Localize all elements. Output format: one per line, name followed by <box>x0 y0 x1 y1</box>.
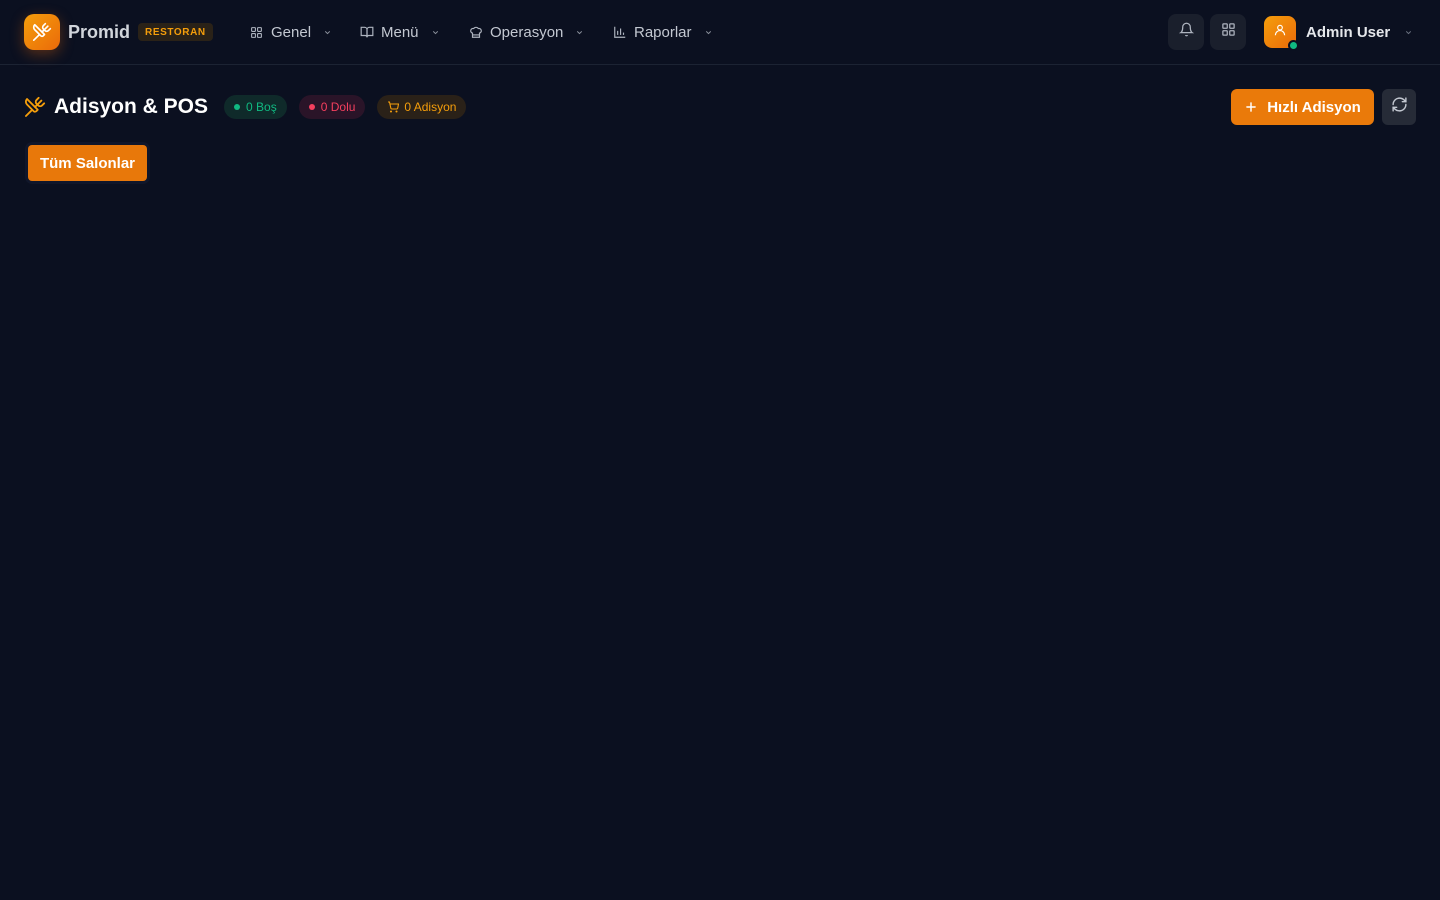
refresh-icon <box>1391 96 1408 118</box>
nav-item-menu[interactable]: Menü <box>360 20 441 44</box>
nav-label: Operasyon <box>490 23 564 41</box>
user-icon <box>1273 23 1287 42</box>
user-menu[interactable]: Admin User <box>1264 16 1414 51</box>
apps-button[interactable] <box>1210 14 1246 50</box>
brand[interactable]: Promid RESTORAN <box>24 14 213 50</box>
avatar <box>1264 16 1299 51</box>
occupied-tables-badge: 0 Dolu <box>298 95 366 119</box>
chevron-down-icon <box>323 27 333 37</box>
online-status-dot <box>1288 40 1299 51</box>
bar-chart-icon <box>613 25 627 39</box>
status-dot <box>308 104 315 110</box>
notifications-button[interactable] <box>1168 14 1204 50</box>
orders-count: 0 Adisyon <box>404 100 457 114</box>
empty-tables-count: 0 Boş <box>246 100 277 114</box>
orders-badge: 0 Adisyon <box>377 95 467 119</box>
empty-tables-badge: 0 Boş <box>224 95 287 119</box>
nav-item-operasyon[interactable]: Operasyon <box>469 20 585 44</box>
chevron-down-icon <box>431 27 441 37</box>
nav-item-raporlar[interactable]: Raporlar <box>613 20 714 44</box>
plus-icon <box>1244 100 1258 114</box>
utensils-crossed-icon <box>24 14 60 50</box>
tab-all-salons[interactable]: Tüm Salonlar <box>28 145 147 181</box>
grid-icon <box>250 25 264 39</box>
occupied-tables-count: 0 Dolu <box>320 100 356 114</box>
quick-order-button[interactable]: Hızlı Adisyon <box>1231 89 1374 125</box>
nav-item-genel[interactable]: Genel <box>250 20 333 44</box>
brand-name: Promid <box>68 21 131 42</box>
page-title: Adisyon & POS <box>54 95 209 118</box>
quick-order-label: Hızlı Adisyon <box>1267 98 1361 116</box>
apps-grid-icon <box>1221 22 1236 42</box>
user-name: Admin User <box>1306 23 1391 41</box>
nav-label: Genel <box>271 23 312 41</box>
chevron-down-icon <box>1404 27 1414 37</box>
bell-icon <box>1178 22 1194 42</box>
page-header: Adisyon & POS 0 Boş 0 Dolu 0 Adisyon <box>24 94 467 120</box>
refresh-button[interactable] <box>1382 89 1416 125</box>
chevron-down-icon <box>704 27 714 37</box>
status-dot <box>234 104 241 110</box>
utensils-crossed-icon <box>24 96 46 118</box>
brand-tag-badge: RESTORAN <box>138 23 213 41</box>
book-open-icon <box>360 25 374 39</box>
chef-hat-icon <box>469 25 483 39</box>
shopping-cart-icon <box>387 101 400 113</box>
top-navigation-bar: Promid RESTORAN Genel Menü Operasyon Rap… <box>0 0 1440 65</box>
nav-label: Menü <box>381 23 419 41</box>
chevron-down-icon <box>575 27 585 37</box>
nav-label: Raporlar <box>634 23 692 41</box>
